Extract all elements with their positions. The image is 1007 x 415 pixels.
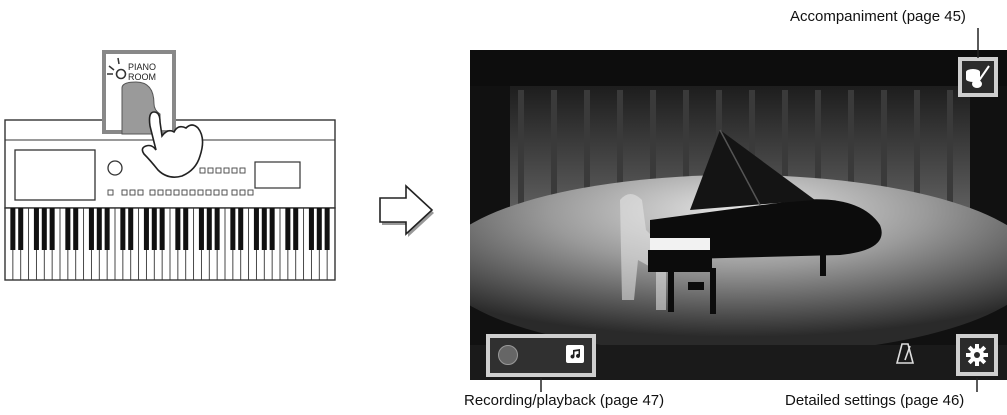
recording-callout: Recording/playback (page 47)	[464, 392, 665, 409]
settings-callout: Detailed settings (page 46)	[785, 392, 965, 409]
accompaniment-callout: Accompaniment (page 45)	[790, 8, 966, 25]
callout-lines	[540, 28, 979, 392]
